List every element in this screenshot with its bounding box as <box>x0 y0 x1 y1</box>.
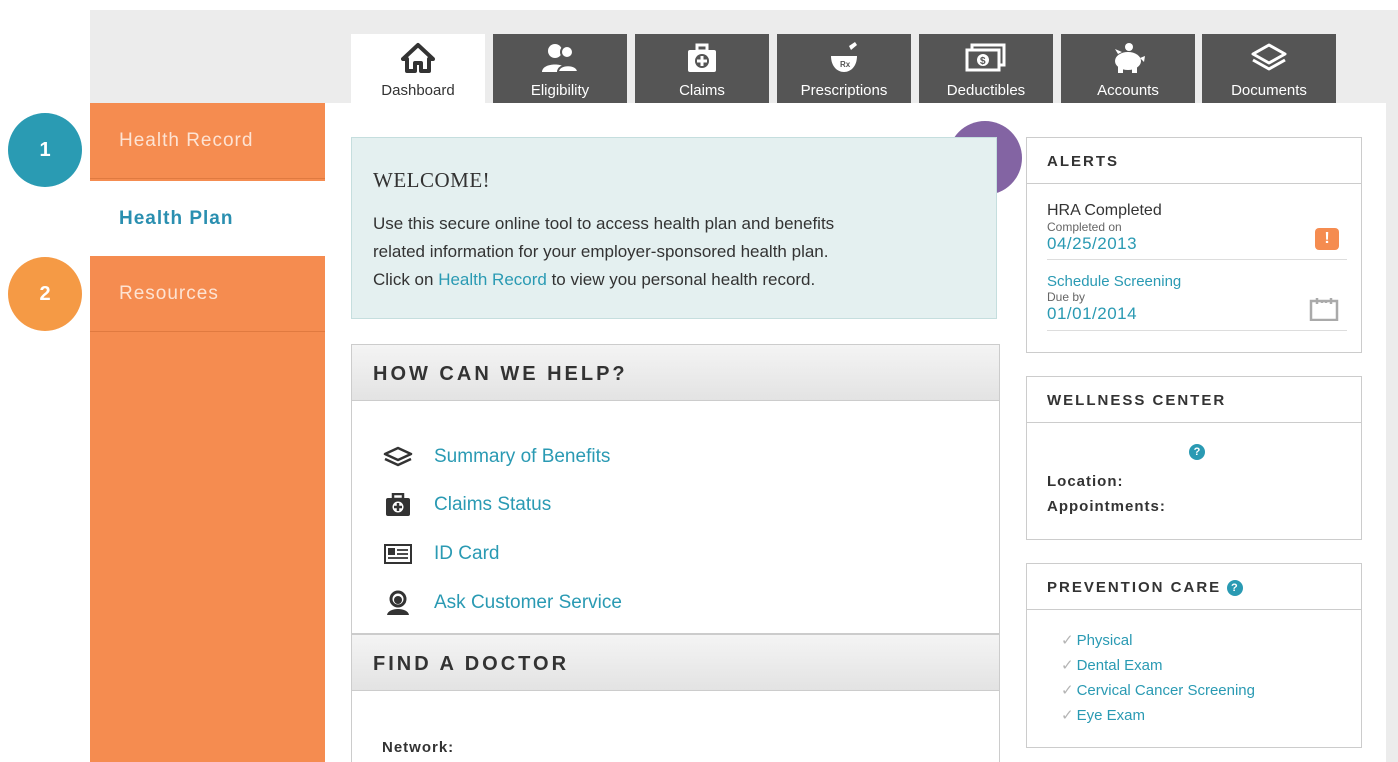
alert-date: 01/01/2014 <box>1047 304 1138 323</box>
help-item-label[interactable]: Ask Customer Service <box>434 592 622 614</box>
health-record-link[interactable]: Health Record <box>438 270 547 289</box>
tab-prescriptions[interactable]: Rx Prescriptions <box>777 34 911 103</box>
tab-label: Accounts <box>1097 82 1159 99</box>
home-icon <box>401 43 435 73</box>
tab-label: Dashboard <box>381 82 455 99</box>
welcome-text: Use this secure online tool to access he… <box>373 214 835 289</box>
tab-label: Deductibles <box>946 82 1026 99</box>
help-item-label[interactable]: Claims Status <box>434 494 551 516</box>
money-icon: $ <box>965 43 1006 72</box>
alert-title: HRA Completed <box>1047 202 1162 219</box>
prevention-care-title: PREVENTION CARE <box>1047 579 1222 596</box>
help-item-summary-of-benefits[interactable]: Summary of Benefits <box>382 442 610 472</box>
find-doctor-header: FIND A DOCTOR <box>352 635 999 691</box>
tab-accounts[interactable]: Accounts <box>1061 34 1195 103</box>
location-label: Location: <box>1047 473 1124 490</box>
network-label: Network: <box>382 739 455 756</box>
help-icon[interactable]: ? <box>1227 580 1244 597</box>
medical-kit-icon <box>688 43 716 72</box>
calendar-icon <box>1309 297 1339 326</box>
alerts-title: ALERTS <box>1027 138 1361 184</box>
help-item-ask-customer-service[interactable]: Ask Customer Service <box>382 588 622 618</box>
list-item[interactable]: ✓ Cervical Cancer Screening <box>1061 678 1255 703</box>
wellness-center-panel: WELLNESS CENTER ? Location: Appointments… <box>1026 376 1362 540</box>
check-icon: ✓ <box>1061 682 1074 699</box>
sidebar-item-health-record[interactable]: Health Record <box>90 103 325 179</box>
sidebar-item-label: Resources <box>119 283 219 304</box>
piggy-bank-icon <box>1115 43 1145 73</box>
svg-text:$: $ <box>980 56 986 67</box>
tab-eligibility[interactable]: Eligibility <box>493 34 627 103</box>
welcome-box: WELCOME! Use this secure online tool to … <box>351 137 997 319</box>
check-icon: ✓ <box>1061 657 1074 674</box>
prevention-care-header: PREVENTION CARE ? <box>1027 564 1361 610</box>
prevention-list: ✓ Physical ✓ Dental Exam ✓ Cervical Cancer … <box>1061 628 1255 728</box>
help-item-label[interactable]: ID Card <box>434 543 499 565</box>
help-panel-title: HOW CAN WE HELP? <box>373 363 628 385</box>
check-icon: ✓ <box>1061 707 1074 724</box>
find-doctor-title: FIND A DOCTOR <box>373 653 570 675</box>
help-panel: HOW CAN WE HELP? Summary of Benefits Cla… <box>351 344 1000 634</box>
tab-documents[interactable]: Documents <box>1202 34 1336 103</box>
alert-date: 04/25/2013 <box>1047 234 1138 253</box>
sidebar-item-resources[interactable]: Resources <box>90 256 325 332</box>
help-panel-header: HOW CAN WE HELP? <box>352 345 999 401</box>
medical-kit-icon <box>382 492 414 518</box>
alerts-panel: ALERTS HRA Completed Completed on 04/25/… <box>1026 137 1362 353</box>
app-canvas: Dashboard Eligibility Claims Rx Prescrip… <box>0 0 1398 762</box>
marker-2: 2 <box>8 257 82 331</box>
tab-claims[interactable]: Claims <box>635 34 769 103</box>
alert-title[interactable]: Schedule Screening <box>1047 273 1347 290</box>
sidebar-item-label: Health Plan <box>119 208 234 229</box>
alert-item[interactable]: HRA Completed Completed on 04/25/2013 ! <box>1047 202 1347 260</box>
check-icon: ✓ <box>1061 632 1074 649</box>
sidebar-item-health-plan[interactable]: Health Plan <box>90 181 325 257</box>
help-item-claims-status[interactable]: Claims Status <box>382 490 551 520</box>
id-card-icon <box>382 541 414 567</box>
tab-deductibles[interactable]: $ Deductibles <box>919 34 1053 103</box>
list-item[interactable]: ✓ Physical <box>1061 628 1255 653</box>
tab-label: Claims <box>679 82 725 99</box>
alert-item[interactable]: Schedule Screening Due by 01/01/2014 <box>1047 273 1347 331</box>
find-doctor-panel: FIND A DOCTOR Network: <box>351 634 1000 762</box>
list-item[interactable]: ✓ Eye Exam <box>1061 703 1255 728</box>
list-item[interactable]: ✓ Dental Exam <box>1061 653 1255 678</box>
layers-icon <box>1251 43 1287 71</box>
welcome-title: WELCOME! <box>373 168 491 192</box>
appointments-label: Appointments: <box>1047 498 1166 515</box>
mortar-pestle-icon: Rx <box>831 42 857 72</box>
marker-1: 1 <box>8 113 82 187</box>
exclamation-icon: ! <box>1315 228 1339 250</box>
tab-label: Eligibility <box>530 82 590 99</box>
sidebar: Health Record Health Plan Resources <box>90 103 325 762</box>
help-item-id-card[interactable]: ID Card <box>382 539 499 569</box>
alert-sub: Completed on <box>1047 220 1122 234</box>
prevention-care-panel: PREVENTION CARE ? ✓ Physical ✓ Dental Exam… <box>1026 563 1362 748</box>
help-icon[interactable]: ? <box>1189 443 1205 461</box>
people-icon <box>542 44 580 73</box>
sidebar-item-label: Health Record <box>119 130 254 151</box>
layers-icon <box>382 444 414 470</box>
wellness-center-title: WELLNESS CENTER <box>1027 377 1361 423</box>
svg-text:Rx: Rx <box>840 60 851 69</box>
help-item-label[interactable]: Summary of Benefits <box>434 446 610 468</box>
tab-label: Prescriptions <box>800 82 888 99</box>
tab-dashboard[interactable]: Dashboard <box>351 34 485 103</box>
customer-service-icon <box>382 590 414 616</box>
alert-sub: Due by <box>1047 290 1086 304</box>
tab-label: Documents <box>1231 82 1307 99</box>
